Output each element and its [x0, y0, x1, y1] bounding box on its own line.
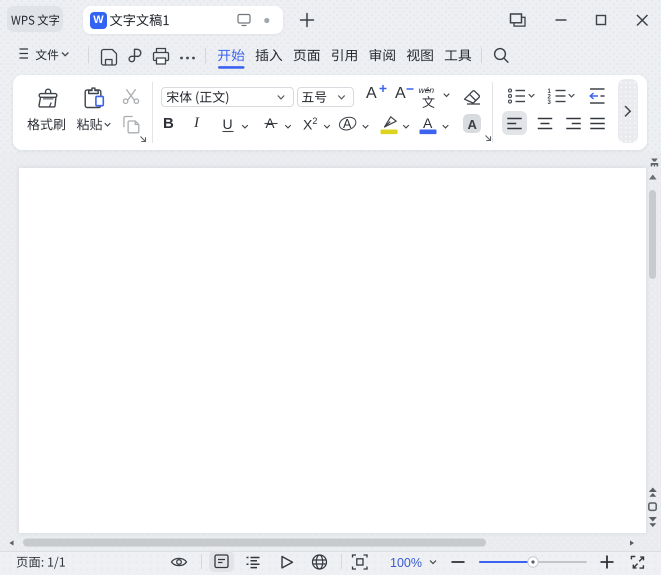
- svg-text:3: 3: [548, 100, 552, 106]
